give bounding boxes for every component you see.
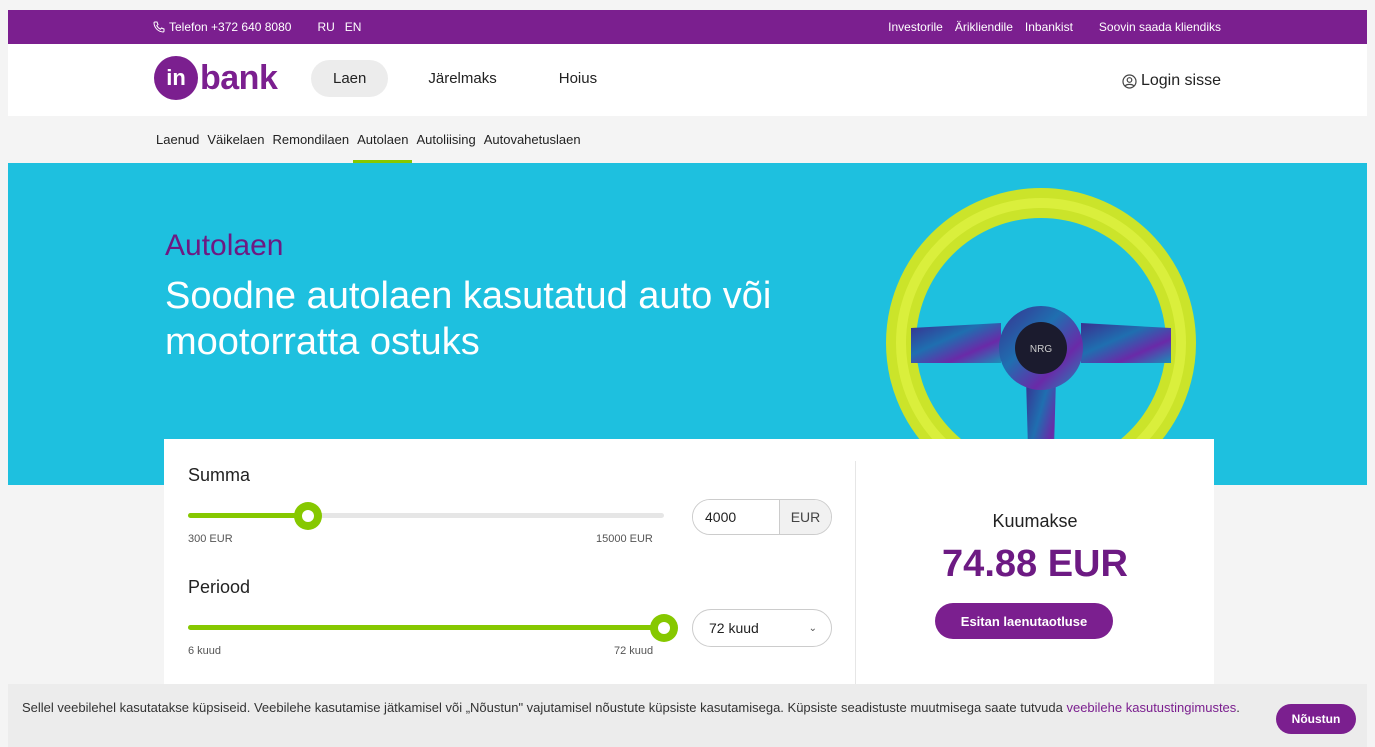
apply-loan-button[interactable]: Esitan laenutaotluse: [935, 603, 1113, 639]
cookie-message: Sellel veebilehel kasutatakse küpsiseid.…: [22, 700, 1067, 715]
become-client-link[interactable]: Soovin saada kliendiks: [1099, 20, 1221, 34]
period-max-label: 72 kuud: [614, 645, 654, 657]
terms-link[interactable]: veebilehe kasutustingimustes: [1066, 700, 1236, 715]
period-selected-value: 72 kuud: [709, 620, 759, 636]
phone-icon: [153, 21, 165, 33]
page-title: Autolaen: [165, 229, 284, 262]
loan-calculator: Summa 300 EUR 15000 EUR EUR Periood 6 ku…: [164, 439, 1214, 684]
investors-link[interactable]: Investorile: [888, 20, 943, 34]
amount-min-label: 300 EUR: [188, 533, 233, 545]
subnav-remondilaen[interactable]: Remondilaen: [273, 132, 350, 163]
cookie-end: .: [1236, 700, 1240, 715]
lang-ru[interactable]: RU: [317, 20, 334, 34]
nav-hoius[interactable]: Hoius: [537, 60, 619, 97]
subnav-autovahetuslaen[interactable]: Autovahetuslaen: [484, 132, 581, 163]
monthly-payment-label: Kuumakse: [992, 511, 1078, 531]
login-button[interactable]: Login sisse: [1122, 72, 1221, 90]
monthly-payment-value: 74.88 EUR: [942, 543, 1128, 585]
period-min-label: 6 kuud: [188, 645, 222, 657]
amount-field[interactable]: EUR: [692, 499, 832, 535]
amount-slider[interactable]: [188, 502, 664, 530]
hero-banner: Autolaen Soodne autolaen kasutatud auto …: [8, 163, 1367, 485]
amount-currency: EUR: [779, 500, 831, 534]
subnav-autolaen[interactable]: Autolaen: [353, 132, 413, 163]
login-label: Login sisse: [1140, 72, 1221, 89]
chevron-down-icon: ⌄: [808, 622, 817, 634]
period-label: Periood: [188, 577, 251, 597]
period-slider-handle[interactable]: [650, 614, 678, 642]
business-clients-link[interactable]: Ärikliendile: [955, 20, 1013, 34]
amount-slider-fill: [188, 513, 308, 518]
sub-nav: Laenud Väikelaen Remondilaen Autolaen Au…: [8, 116, 1367, 163]
logo-word: bank: [200, 58, 278, 97]
amount-input[interactable]: [693, 500, 779, 534]
subnav-autoliising[interactable]: Autoliising: [416, 132, 475, 163]
amount-max-label: 15000 EUR: [596, 533, 653, 545]
amount-label: Summa: [188, 465, 251, 485]
accept-cookies-button[interactable]: Nõustun: [1276, 704, 1356, 734]
user-icon: [1122, 73, 1137, 89]
main-nav: in bank Laen Järelmaks Hoius Login sisse: [8, 44, 1367, 116]
period-slider-fill: [188, 625, 664, 630]
amount-slider-handle[interactable]: [293, 502, 322, 530]
cookie-text: Sellel veebilehel kasutatakse küpsiseid.…: [22, 698, 1242, 718]
phone-link[interactable]: Telefon +372 640 8080: [153, 20, 291, 34]
phone-text: Telefon +372 640 8080: [169, 20, 292, 34]
nav-jarelmaks[interactable]: Järelmaks: [406, 60, 518, 97]
wheel-hub-text: NRG: [1030, 344, 1052, 355]
about-inbank-link[interactable]: Inbankist: [1025, 20, 1073, 34]
period-select[interactable]: 72 kuud ⌄: [692, 609, 832, 647]
lang-en[interactable]: EN: [345, 20, 362, 34]
cookie-banner: Sellel veebilehel kasutatakse küpsiseid.…: [8, 684, 1367, 747]
hero-subtitle: Soodne autolaen kasutatud auto või mooto…: [165, 275, 772, 363]
subnav-vaikelaen[interactable]: Väikelaen: [207, 132, 264, 163]
top-bar: Telefon +372 640 8080 RU EN Investorile …: [8, 10, 1367, 44]
period-slider[interactable]: [188, 614, 678, 642]
nav-laen[interactable]: Laen: [311, 60, 389, 97]
logo-mark: in: [154, 56, 198, 100]
inbank-logo[interactable]: in bank: [154, 56, 278, 100]
subnav-laenud[interactable]: Laenud: [156, 132, 199, 163]
